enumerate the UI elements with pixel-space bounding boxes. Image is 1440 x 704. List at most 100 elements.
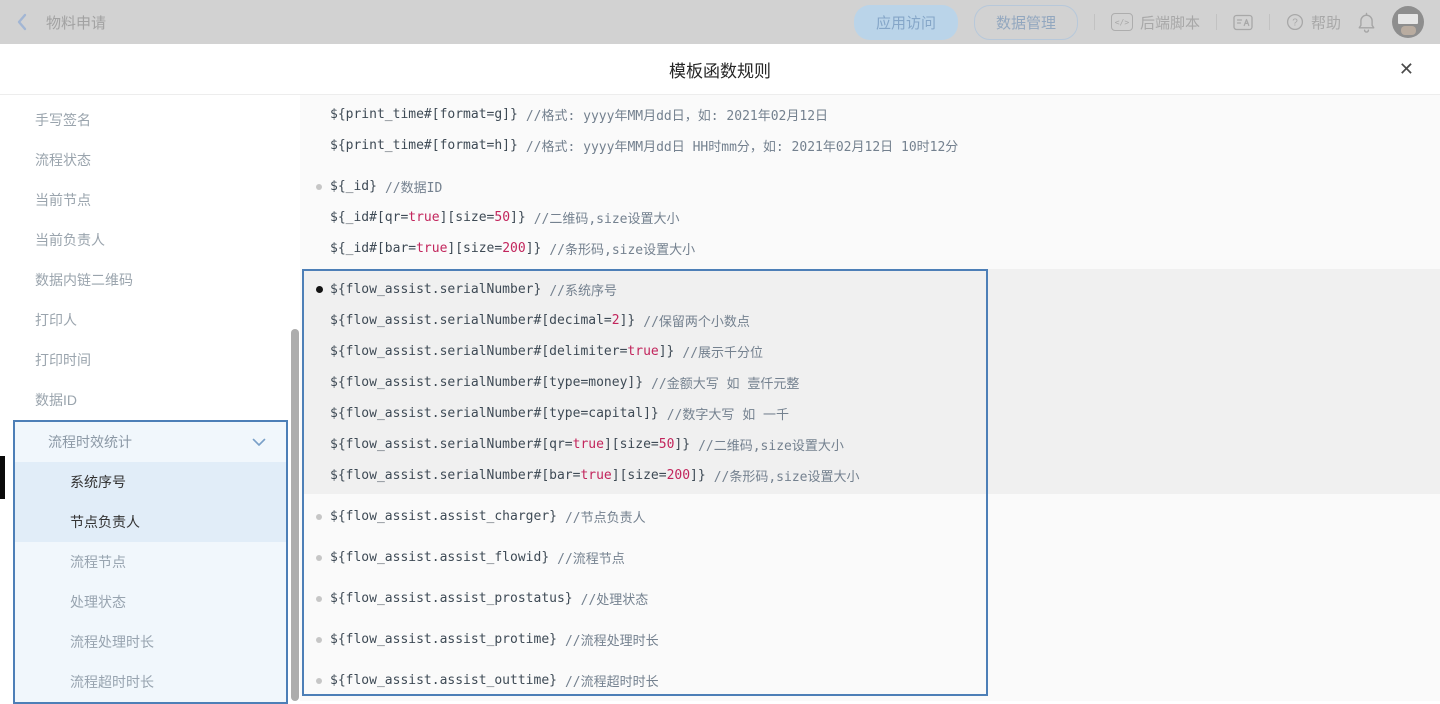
- comment-text: //二维码,size设置大小: [534, 208, 680, 227]
- close-button[interactable]: ✕: [1399, 60, 1414, 78]
- code-group: ${flow_assist.assist_prostatus} //处理状态: [316, 583, 1440, 614]
- bullet-dot: [316, 596, 322, 602]
- sidebar-group: 流程时效统计 系统序号节点负责人流程节点处理状态流程处理时长流程超时时长: [13, 420, 288, 704]
- code-value: 200: [502, 241, 525, 256]
- code-value: 50: [659, 437, 675, 452]
- bullet-dot: [316, 514, 322, 520]
- code-group: ${_id} //数据ID ${_id#[qr=true][size=50]}//二…: [316, 171, 1440, 264]
- bullet-dot: [316, 637, 322, 643]
- code-line: ${_id#[bar=true][size=200]}//条形码,size设置大…: [316, 233, 1440, 264]
- code-line: ${flow_assist.serialNumber#[qr=true][siz…: [316, 429, 1440, 460]
- comment-text: //系统序号: [549, 280, 617, 299]
- code-text: ${flow_assist.serialNumber#[qr=true][siz…: [330, 437, 690, 452]
- code-text: ${_id#[bar=true][size=200]}: [330, 241, 541, 256]
- comment-text: //流程处理时长: [565, 630, 659, 649]
- code-text: ${flow_assist.serialNumber#[bar=true][si…: [330, 468, 706, 483]
- sidebar-item[interactable]: 数据ID: [0, 380, 300, 420]
- sidebar-item[interactable]: 手写签名: [0, 100, 300, 140]
- comment-text: //处理状态: [581, 589, 649, 608]
- help-button[interactable]: ? 帮助: [1286, 12, 1341, 33]
- comment-text: //金额大写 如 壹仟元整: [651, 373, 799, 392]
- code-group: ${flow_assist.assist_flowid}//流程节点: [316, 542, 1440, 573]
- group-children: 系统序号节点负责人流程节点处理状态流程处理时长流程超时时长: [15, 462, 286, 702]
- sidebar-item[interactable]: 流程状态: [0, 140, 300, 180]
- user-avatar[interactable]: [1392, 6, 1424, 38]
- app-access-button[interactable]: 应用访问: [854, 5, 958, 40]
- bell-icon: [1357, 12, 1376, 33]
- code-text: ${flow_assist.assist_charger}: [330, 509, 557, 524]
- code-value: true: [573, 437, 604, 452]
- sidebar-item[interactable]: 当前负责人: [0, 220, 300, 260]
- close-icon: ✕: [1399, 59, 1414, 79]
- code-line: ${print_time#[format=g]}//格式: yyyy年MM月dd…: [316, 99, 1440, 130]
- data-manage-button[interactable]: 数据管理: [974, 5, 1078, 40]
- back-button[interactable]: [16, 13, 28, 31]
- question-icon: ?: [1286, 13, 1304, 31]
- code-line: ${flow_assist.assist_outtime}//流程超时时长: [316, 665, 1440, 696]
- backend-script-button[interactable]: </> 后端脚本: [1111, 12, 1200, 33]
- bullet-icon: [316, 596, 330, 602]
- code-text: ${flow_assist.assist_outtime}: [330, 673, 557, 688]
- code-line: ${flow_assist.serialNumber#[type=capital…: [316, 398, 1440, 429]
- bullet-icon: [316, 286, 330, 293]
- code-line: ${flow_assist.serialNumber#[type=money]}…: [316, 367, 1440, 398]
- back-chevron-icon: [16, 13, 28, 31]
- code-value: true: [580, 468, 611, 483]
- code-value: 200: [667, 468, 690, 483]
- bullet-icon: [316, 637, 330, 643]
- code-group: ${flow_assist.assist_outtime}//流程超时时长: [316, 665, 1440, 696]
- code-icon: </>: [1111, 13, 1133, 31]
- bullet-dot: [316, 678, 322, 684]
- comment-text: //数据ID: [385, 177, 442, 196]
- sidebar-item[interactable]: 打印人: [0, 300, 300, 340]
- code-text: ${flow_assist.serialNumber#[decimal=2]}: [330, 313, 635, 328]
- bullet-icon: [316, 184, 330, 190]
- code-line: ${flow_assist.serialNumber} //系统序号: [316, 274, 1440, 305]
- code-text: ${flow_assist.serialNumber}: [330, 282, 541, 297]
- code-text: ${_id}: [330, 179, 377, 194]
- topbar-left: 物料申请: [16, 12, 106, 33]
- sidebar-group-item[interactable]: 节点负责人: [15, 502, 286, 542]
- id-card-icon: [1233, 14, 1253, 31]
- code-group: ${flow_assist.assist_charger}//节点负责人: [316, 501, 1440, 532]
- id-card-button[interactable]: [1233, 14, 1253, 31]
- sidebar-scrollbar[interactable]: [291, 329, 299, 701]
- sidebar-item[interactable]: 打印时间: [0, 340, 300, 380]
- divider: [1094, 14, 1095, 30]
- code-flow: ${print_time#[format=g]} //格式: yyyy年MM月dd…: [300, 95, 1440, 696]
- bullet-dot: [316, 286, 323, 293]
- code-line: ${flow_assist.assist_flowid}//流程节点: [316, 542, 1440, 573]
- bell-button[interactable]: [1357, 12, 1376, 33]
- code-value: true: [416, 241, 447, 256]
- page-title: 物料申请: [46, 12, 106, 33]
- code-text: ${flow_assist.serialNumber#[delimiter=tr…: [330, 344, 674, 359]
- comment-text: //数字大写 如 一千: [667, 404, 789, 423]
- code-text: ${print_time#[format=h]}: [330, 138, 518, 153]
- comment-text: //格式: yyyy年MM月dd日 HH时mm分，如: 2021年02月12日 …: [526, 136, 958, 155]
- sidebar-group-item[interactable]: 流程处理时长: [15, 622, 286, 662]
- sidebar-group-header[interactable]: 流程时效统计: [15, 422, 286, 462]
- divider: [1216, 14, 1217, 30]
- divider: [1269, 14, 1270, 30]
- sidebar-group-item[interactable]: 流程超时时长: [15, 662, 286, 702]
- sidebar-item[interactable]: 数据内链二维码: [0, 260, 300, 300]
- help-label: 帮助: [1311, 12, 1341, 33]
- code-group: ${print_time#[format=g]} //格式: yyyy年MM月dd…: [316, 99, 1440, 161]
- code-text: ${flow_assist.serialNumber#[type=capital…: [330, 406, 659, 421]
- code-line: ${flow_assist.assist_protime} //流程处理时长: [316, 624, 1440, 655]
- code-line: ${_id#[qr=true][size=50]}//二维码,size设置大小: [316, 202, 1440, 233]
- sidebar-group-item[interactable]: 流程节点: [15, 542, 286, 582]
- bullet-icon: [316, 514, 330, 520]
- sidebar-group-item[interactable]: 处理状态: [15, 582, 286, 622]
- active-item-edge-marker: [0, 456, 5, 499]
- code-value: true: [408, 210, 439, 225]
- code-line: ${flow_assist.assist_prostatus} //处理状态: [316, 583, 1440, 614]
- bullet-dot: [316, 184, 322, 190]
- code-text: ${flow_assist.assist_prostatus}: [330, 591, 573, 606]
- code-text: ${flow_assist.assist_protime}: [330, 632, 557, 647]
- modal-title: 模板函数规则: [669, 57, 771, 82]
- comment-text: //条形码,size设置大小: [714, 466, 860, 485]
- sidebar-group-item[interactable]: 系统序号: [15, 462, 286, 502]
- sidebar-item[interactable]: 当前节点: [0, 180, 300, 220]
- code-text: ${print_time#[format=g]}: [330, 107, 518, 122]
